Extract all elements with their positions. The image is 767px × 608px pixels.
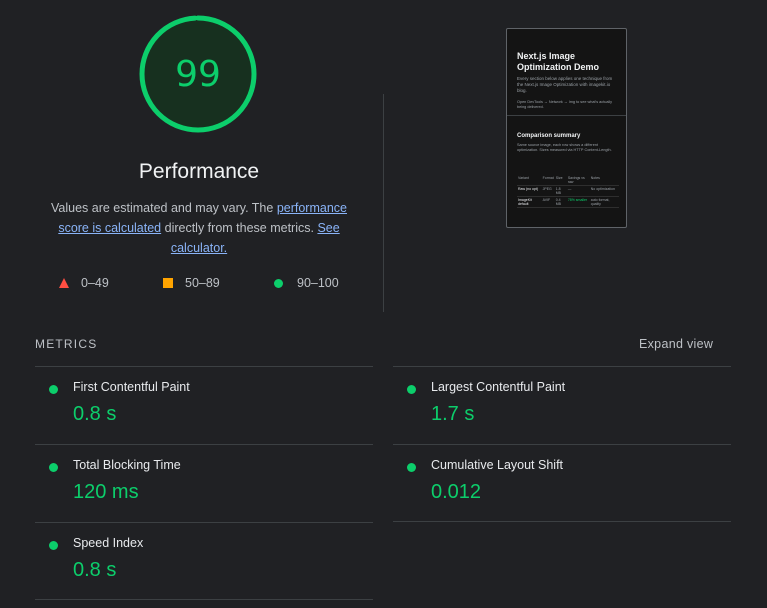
table-cell: No optimization bbox=[589, 185, 619, 197]
pass-circle-icon bbox=[407, 385, 416, 394]
metric-name: Largest Contentful Paint bbox=[431, 380, 566, 394]
metric-first-contentful-paint: First Contentful Paint 0.8 s bbox=[35, 366, 373, 444]
pass-circle-icon bbox=[49, 463, 58, 472]
performance-gauge: 99 bbox=[138, 14, 258, 134]
thumbnail-section-title: Comparison summary bbox=[517, 133, 581, 139]
metric-name: Total Blocking Time bbox=[73, 458, 181, 472]
legend-average: 50–89 bbox=[163, 276, 220, 290]
table-header-cell: Variant bbox=[517, 175, 542, 186]
legend-pass: 90–100 bbox=[274, 276, 339, 290]
table-cell: JPEG bbox=[541, 185, 555, 197]
metrics-divider bbox=[393, 521, 731, 522]
score-legend: 0–49 50–89 90–100 bbox=[0, 276, 398, 292]
pass-circle-icon bbox=[49, 385, 58, 394]
thumbnail-subtitle: Every section below applies one techniqu… bbox=[517, 76, 613, 93]
legend-fail: 0–49 bbox=[59, 276, 109, 290]
triangle-icon bbox=[59, 278, 69, 288]
metrics-heading: METRICS bbox=[35, 337, 98, 351]
metric-value: 0.012 bbox=[431, 481, 482, 503]
table-row: Raw (no opt) JPEG 1.8 MB — No optimizati… bbox=[517, 185, 619, 197]
metric-value: 0.8 s bbox=[73, 403, 117, 425]
metric-value: 0.8 s bbox=[73, 559, 117, 581]
performance-score: 99 bbox=[175, 53, 221, 95]
thumbnail-section-text: Same source image, each row shows a diff… bbox=[517, 143, 612, 152]
pass-circle-icon bbox=[407, 463, 416, 472]
table-cell: ImageKit default bbox=[517, 196, 542, 208]
expand-view-button[interactable]: Expand view bbox=[639, 337, 713, 351]
thumbnail-divider bbox=[507, 115, 626, 116]
page-screenshot-thumbnail[interactable]: Next.js Image Optimization Demo Every se… bbox=[506, 28, 627, 228]
table-header-cell: Savings vs raw bbox=[566, 175, 590, 186]
legend-label: 90–100 bbox=[297, 276, 339, 290]
table-cell: 78% smaller bbox=[566, 196, 590, 208]
table-cell: 1.8 MB bbox=[554, 185, 567, 197]
metric-total-blocking-time: Total Blocking Time 120 ms bbox=[35, 444, 373, 522]
table-header-cell: Format bbox=[541, 175, 555, 186]
thumbnail-title: Next.js Image Optimization Demo bbox=[517, 51, 600, 72]
description-text-2: directly from these metrics. bbox=[161, 221, 318, 235]
metric-speed-index: Speed Index 0.8 s bbox=[35, 522, 373, 600]
square-icon bbox=[163, 278, 173, 288]
metric-value: 120 ms bbox=[73, 481, 139, 503]
pass-circle-icon bbox=[49, 541, 58, 550]
metric-cumulative-layout-shift: Cumulative Layout Shift 0.012 bbox=[393, 444, 731, 522]
table-header-row: Variant Format Size Savings vs raw Notes bbox=[517, 175, 619, 186]
table-cell: auto format, quality bbox=[589, 196, 619, 208]
table-cell: 0.4 MB bbox=[554, 196, 567, 208]
metric-name: Cumulative Layout Shift bbox=[431, 458, 564, 472]
metrics-divider bbox=[35, 599, 373, 600]
vertical-divider bbox=[383, 94, 384, 312]
performance-description: Values are estimated and may vary. The p… bbox=[38, 198, 360, 258]
table-header-cell: Size bbox=[554, 175, 567, 186]
metric-value: 1.7 s bbox=[431, 403, 475, 425]
table-cell: AVIF bbox=[541, 196, 555, 208]
metric-name: Speed Index bbox=[73, 536, 144, 550]
metric-largest-contentful-paint: Largest Contentful Paint 1.7 s bbox=[393, 366, 731, 444]
table-header-cell: Notes bbox=[589, 175, 619, 186]
table-row: ImageKit default AVIF 0.4 MB 78% smaller… bbox=[517, 196, 619, 208]
circle-icon bbox=[274, 278, 283, 288]
description-text: Values are estimated and may vary. The bbox=[51, 201, 277, 215]
table-cell: Raw (no opt) bbox=[517, 185, 542, 197]
performance-title: Performance bbox=[138, 160, 260, 183]
table-cell: — bbox=[566, 185, 590, 197]
thumbnail-hint: Open DevTools → Network → Img to see wha… bbox=[517, 100, 613, 109]
legend-label: 0–49 bbox=[81, 276, 109, 290]
legend-label: 50–89 bbox=[185, 276, 220, 290]
metric-name: First Contentful Paint bbox=[73, 380, 190, 394]
thumbnail-table: Variant Format Size Savings vs raw Notes… bbox=[517, 175, 619, 208]
